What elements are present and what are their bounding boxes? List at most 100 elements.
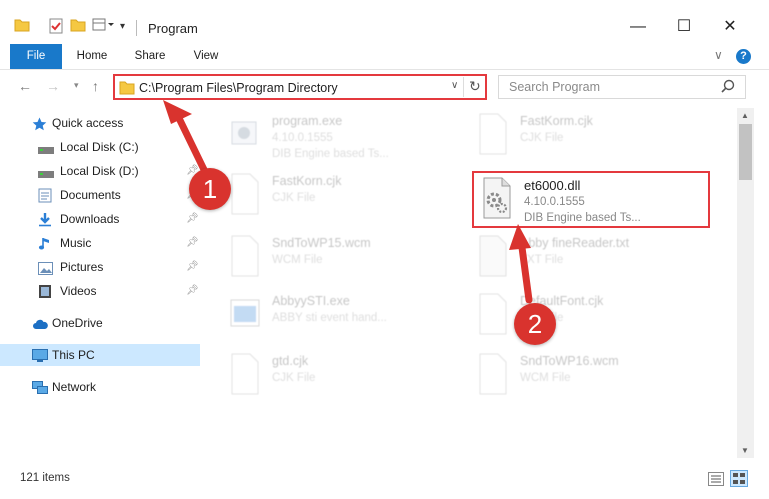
address-bar[interactable]: C:\Program Files\Program Directory ∨ ↻ (113, 74, 487, 100)
file-item[interactable]: AbbyySTI.exe ABBY sti event hand... (210, 288, 450, 344)
pin-icon[interactable]: 📌︎ (186, 256, 199, 278)
nav-label: Downloads (60, 212, 120, 226)
file-detail: CJK File (520, 132, 564, 144)
file-description: DIB Engine based Ts... (524, 212, 641, 224)
item-count: 121 items (20, 472, 70, 484)
folder-icon (119, 80, 135, 98)
file-name: program.exe (272, 114, 343, 128)
nav-item-pictures[interactable]: Pictures 📌︎ (0, 256, 200, 278)
file-detail: 4.10.0.1555 (272, 132, 333, 144)
navigation-pane: Quick access Local Disk (C:) Local Disk … (0, 108, 200, 458)
scroll-up-icon[interactable]: ▲ (741, 111, 749, 120)
file-item[interactable]: SndToWP15.wcm WCM File (210, 230, 450, 286)
file-name: Abby fineReader.txt (520, 236, 630, 250)
nav-label: Local Disk (C:) (60, 140, 139, 154)
customize-qat-icon[interactable]: ▾ (120, 21, 125, 32)
nav-onedrive[interactable]: OneDrive (0, 312, 200, 334)
nav-quick-access[interactable]: Quick access (0, 112, 200, 134)
details-view-icon[interactable] (708, 472, 724, 489)
cloud-icon (32, 316, 48, 330)
drive-icon (38, 164, 54, 178)
scroll-thumb[interactable] (739, 124, 752, 180)
file-item[interactable]: program.exe 4.10.0.1555 DIB Engine based… (210, 108, 450, 164)
file-name: et6000.dll (524, 178, 581, 193)
music-icon (38, 236, 53, 250)
file-item[interactable]: FastKorn.cjk CJK File (210, 168, 450, 224)
step-marker-2: 2 (514, 303, 556, 345)
tiles-view-icon[interactable] (730, 470, 748, 490)
nav-item-videos[interactable]: Videos 📌︎ (0, 280, 200, 302)
file-item[interactable]: FastKorm.cjk CJK File (458, 108, 698, 164)
divider (463, 77, 464, 97)
properties-icon[interactable] (48, 18, 64, 37)
tab-view[interactable]: View (184, 44, 228, 69)
nav-label: OneDrive (52, 316, 103, 330)
folder-icon (14, 18, 30, 35)
refresh-icon[interactable]: ↻ (469, 78, 481, 95)
tab-home[interactable]: Home (70, 44, 114, 69)
forward-arrow-icon[interactable]: → (46, 78, 60, 94)
nav-item-music[interactable]: Music 📌︎ (0, 232, 200, 254)
expand-ribbon-icon[interactable]: ∨ (714, 48, 723, 62)
file-item[interactable]: DefaultFont.cjk CJK File (458, 288, 698, 344)
exe-icon (228, 292, 262, 336)
file-name: FastKorn.cjk (272, 174, 342, 188)
file-name: AbbyySTI.exe (272, 294, 350, 308)
new-folder-icon[interactable] (70, 18, 86, 35)
file-list: program.exe 4.10.0.1555 DIB Engine based… (210, 108, 736, 458)
scroll-down-icon[interactable]: ▼ (741, 446, 749, 455)
file-name: gtd.cjk (272, 354, 309, 368)
file-icon (476, 234, 510, 278)
file-detail: ABBY sti event hand... (272, 312, 387, 324)
network-icon (32, 380, 48, 394)
file-icon (476, 292, 510, 336)
pin-icon[interactable]: 📌︎ (186, 208, 199, 230)
file-icon (476, 352, 510, 396)
tab-file[interactable]: File (10, 44, 62, 69)
search-icon[interactable] (721, 79, 735, 96)
documents-icon (38, 188, 53, 203)
pin-icon[interactable]: 📌︎ (186, 232, 199, 254)
nav-item-local-disk-c[interactable]: Local Disk (C:) (0, 136, 200, 158)
file-item[interactable]: Abby fineReader.txt TXT File (458, 230, 698, 286)
pin-icon[interactable]: 📌︎ (186, 280, 199, 302)
nav-label: Documents (60, 188, 121, 202)
file-detail: CJK File (272, 192, 316, 204)
vertical-scrollbar[interactable]: ▲ ▼ (737, 108, 754, 458)
minimize-button[interactable]: — (615, 14, 661, 40)
nav-label: Pictures (60, 260, 104, 274)
nav-item-downloads[interactable]: Downloads 📌︎ (0, 208, 200, 230)
back-arrow-icon[interactable]: ← (18, 78, 32, 94)
file-icon (228, 234, 262, 278)
window-title: Program (148, 21, 198, 36)
title-bar: ▾ Program — ☐ ✕ (0, 0, 769, 40)
computer-icon (32, 348, 48, 362)
pictures-icon (38, 260, 53, 275)
address-path: C:\Program Files\Program Directory (139, 81, 338, 95)
address-dropdown-icon[interactable]: ∨ (451, 80, 458, 91)
nav-item-documents[interactable]: Documents 📌︎ (0, 184, 200, 206)
tab-share[interactable]: Share (128, 44, 172, 69)
layout-icon[interactable] (92, 18, 114, 35)
nav-label: Quick access (52, 116, 124, 130)
recent-locations-icon[interactable]: ▾ (74, 80, 79, 91)
downloads-icon (38, 212, 53, 227)
exe-icon (228, 112, 262, 156)
step-marker-1: 1 (189, 168, 231, 210)
nav-network[interactable]: Network (0, 376, 200, 398)
nav-this-pc[interactable]: This PC (0, 344, 200, 366)
file-name: SndToWP16.wcm (520, 354, 619, 368)
up-arrow-icon[interactable]: ↑ (92, 78, 99, 94)
maximize-button[interactable]: ☐ (661, 14, 707, 40)
file-item[interactable]: gtd.cjk CJK File (210, 348, 450, 404)
drive-icon (38, 140, 54, 154)
nav-item-local-disk-d[interactable]: Local Disk (D:) 📌︎ (0, 160, 200, 182)
search-box[interactable]: Search Program (498, 75, 746, 99)
help-icon[interactable]: ? (736, 49, 751, 64)
file-item[interactable]: SndToWP16.wcm WCM File (458, 348, 698, 404)
file-icon (476, 112, 510, 156)
file-detail: TXT File (520, 254, 564, 266)
close-button[interactable]: ✕ (707, 14, 753, 40)
highlighted-file-item[interactable]: et6000.dll 4.10.0.1555 DIB Engine based … (472, 171, 710, 228)
file-icon (228, 172, 262, 216)
